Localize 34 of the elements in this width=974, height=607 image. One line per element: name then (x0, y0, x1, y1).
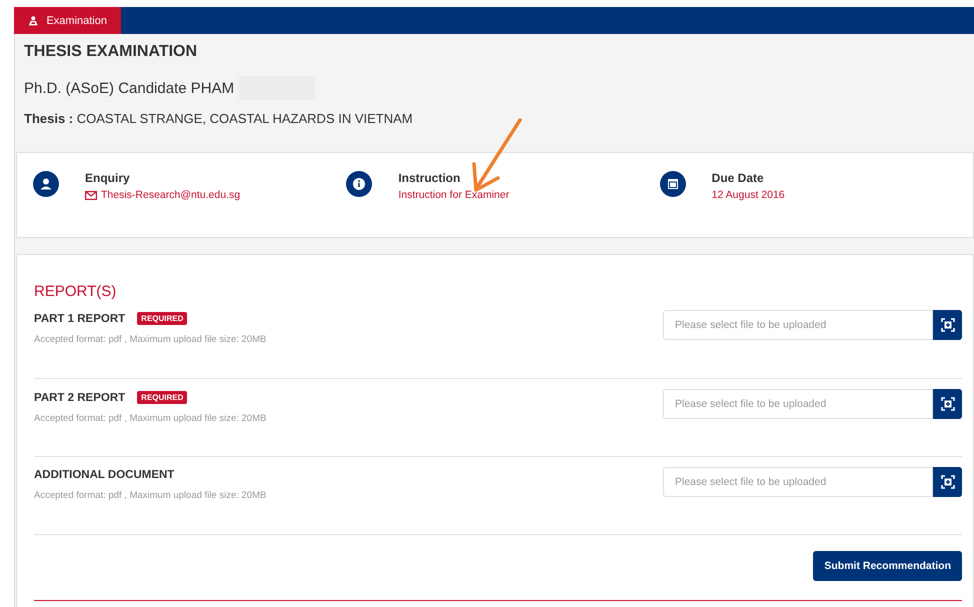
info-link[interactable]: Instruction for Examiner (398, 189, 510, 201)
info-label: Due Date (712, 171, 765, 185)
upload-button[interactable] (933, 467, 962, 497)
format-note: Accepted format: pdf , Maximum upload file size: 20MB (34, 490, 266, 501)
add-file-icon (940, 475, 954, 489)
file-field[interactable]: Please select file to be uploaded (663, 389, 933, 419)
person-icon (33, 171, 59, 197)
person-icon (28, 14, 38, 26)
info-label: Instruction (398, 171, 462, 185)
mail-icon (85, 190, 97, 200)
file-field[interactable]: Please select file to be uploaded (663, 310, 933, 340)
file-field[interactable]: Please select file to be uploaded (663, 467, 933, 497)
submit-button[interactable]: Submit Recommendation (813, 551, 962, 581)
examination-tab[interactable]: Examination (14, 7, 121, 34)
add-file-icon (940, 397, 954, 411)
due-date: 12 August 2016 (712, 189, 785, 201)
calendar-icon (660, 171, 686, 197)
format-note: Accepted format: pdf , Maximum upload file size: 20MB (34, 334, 266, 345)
required-badge: REQUIRED (137, 312, 188, 325)
add-file-icon (940, 318, 954, 332)
candidate-name: Ph.D. (ASoE) Candidate PHAM (24, 80, 234, 96)
info-label: Enquiry (85, 171, 131, 185)
report-title: PART 1 REPORT (34, 312, 126, 324)
required-badge: REQUIRED (137, 391, 188, 404)
report-title: ADDITIONAL DOCUMENT (34, 469, 174, 481)
upload-button[interactable] (933, 389, 962, 419)
format-note: Accepted format: pdf , Maximum upload file size: 20MB (34, 413, 266, 424)
thesis-line: Thesis : COASTAL STRANGE, COASTAL HAZARDS IN VIETNAM (24, 111, 414, 126)
info-icon (346, 171, 372, 197)
upload-button[interactable] (933, 310, 962, 340)
page-title: THESIS EXAMINATION (24, 43, 198, 61)
report-title: PART 2 REPORT (34, 392, 126, 404)
section-heading: REPORT(S) (34, 283, 118, 300)
info-link[interactable]: Thesis-Research@ntu.edu.sg (101, 189, 240, 201)
